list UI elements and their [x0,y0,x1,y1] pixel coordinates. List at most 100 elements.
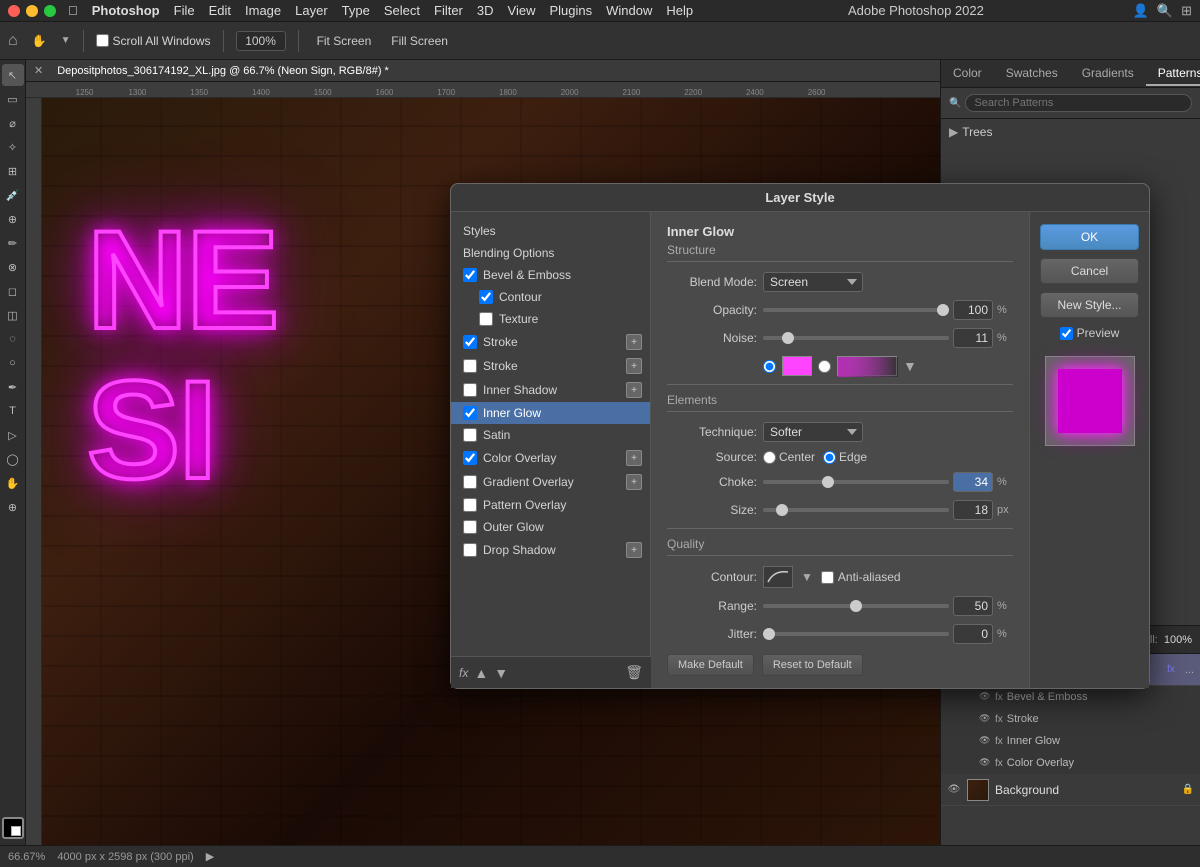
menu-file[interactable]: File [174,3,195,18]
blend-mode-select[interactable]: Screen [763,272,863,292]
dodge-tool[interactable]: ○ [2,352,24,374]
maximize-button[interactable] [44,5,56,17]
fx-delete-icon[interactable]: 🗑 [625,664,643,681]
close-button[interactable] [8,5,20,17]
menu-photoshop[interactable]: Photoshop [92,3,160,18]
noise-number[interactable] [953,328,993,348]
drop-shadow-check[interactable] [463,543,477,557]
ok-button[interactable]: OK [1040,224,1139,250]
color-overlay-add-button[interactable]: + [626,450,642,466]
dlg-blending-item[interactable]: Blending Options [451,242,650,264]
search-icon[interactable]: 🔍 [1157,3,1173,19]
gradient-overlay-add-button[interactable]: + [626,474,642,490]
magic-wand-tool[interactable]: ✧ [2,136,24,158]
dlg-bevel-item[interactable]: Bevel & Emboss [451,264,650,286]
menu-select[interactable]: Select [384,3,420,18]
layer-options-icon-neon[interactable]: ... [1185,664,1194,676]
menu-filter[interactable]: Filter [434,3,463,18]
cancel-button[interactable]: Cancel [1040,258,1139,284]
path-select-tool[interactable]: ▷ [2,424,24,446]
opacity-number[interactable] [953,300,993,320]
range-number[interactable] [953,596,993,616]
brush-tool[interactable]: ✏ [2,232,24,254]
satin-check[interactable] [463,428,477,442]
size-number[interactable] [953,500,993,520]
effect-eye-stroke[interactable]: 👁 [979,713,991,725]
jitter-slider[interactable] [763,632,949,636]
gradient-color-radio[interactable] [818,360,831,373]
effect-row-stroke[interactable]: 👁 fx Stroke [973,708,1200,730]
inner-shadow-check[interactable] [463,383,477,397]
inner-shadow-add-button[interactable]: + [626,382,642,398]
user-icon[interactable]: 👤 [1133,3,1149,19]
stroke2-add-button[interactable]: + [626,358,642,374]
effect-eye-color-overlay[interactable]: 👁 [979,757,991,769]
blur-tool[interactable]: ◌ [2,328,24,350]
dlg-color-overlay-item[interactable]: Color Overlay + [451,446,650,470]
range-slider[interactable] [763,604,949,608]
noise-slider[interactable] [763,336,949,340]
drop-shadow-add-button[interactable]: + [626,542,642,558]
fx-move-up-icon[interactable]: ▲ [474,665,488,681]
menu-type[interactable]: Type [342,3,370,18]
hand-tool[interactable]: ✋ [26,31,53,51]
new-style-button[interactable]: New Style... [1040,292,1139,318]
tab-color[interactable]: Color [941,62,994,86]
fit-screen-button[interactable]: Fit Screen [311,31,378,51]
source-edge-radio[interactable] [823,451,836,464]
dlg-outer-glow-item[interactable]: Outer Glow [451,516,650,538]
anti-alias-label[interactable]: Anti-aliased [821,570,901,584]
menu-plugins[interactable]: Plugins [549,3,592,18]
close-tab-icon[interactable]: ✕ [34,64,43,77]
source-edge-label[interactable]: Edge [823,450,867,464]
move-tool[interactable]: ↖ [2,64,24,86]
choke-number[interactable] [953,472,993,492]
crop-tool[interactable]: ⊞ [2,160,24,182]
tab-swatches[interactable]: Swatches [994,62,1070,86]
dlg-styles-item[interactable]: Styles [451,220,650,242]
outer-glow-check[interactable] [463,520,477,534]
menu-help[interactable]: Help [666,3,693,18]
text-tool[interactable]: T [2,400,24,422]
color-swatch-solid[interactable] [782,356,812,376]
opacity-slider[interactable] [763,308,949,312]
dlg-stroke2-item[interactable]: Stroke + [451,354,650,378]
pen-tool[interactable]: ✒ [2,376,24,398]
tab-patterns[interactable]: Patterns [1146,62,1200,86]
effect-row-bevel[interactable]: 👁 fx Bevel & Emboss [973,686,1200,708]
source-center-label[interactable]: Center [763,450,815,464]
menu-edit[interactable]: Edit [209,3,231,18]
scroll-windows-check[interactable] [96,34,109,47]
discovery-icon[interactable]: ⊞ [1181,3,1192,19]
gradient-arrow[interactable]: ▼ [903,358,917,374]
effect-row-inner-glow[interactable]: 👁 fx Inner Glow [973,730,1200,752]
healing-tool[interactable]: ⊕ [2,208,24,230]
zoom-input[interactable] [236,31,286,51]
contour-preview[interactable] [763,566,793,588]
bevel-check[interactable] [463,268,477,282]
eraser-tool[interactable]: ◻ [2,280,24,302]
size-slider[interactable] [763,508,949,512]
stroke1-add-button[interactable]: + [626,334,642,350]
search-patterns-input[interactable] [965,94,1192,112]
texture-check[interactable] [479,312,493,326]
pattern-overlay-check[interactable] [463,498,477,512]
inner-glow-check[interactable] [463,406,477,420]
jitter-number[interactable] [953,624,993,644]
fill-screen-button[interactable]: Fill Screen [385,31,454,51]
eyedropper-tool[interactable]: 💉 [2,184,24,206]
menu-view[interactable]: View [508,3,536,18]
canvas-tab[interactable]: Depositphotos_306174192_XL.jpg @ 66.7% (… [49,65,397,77]
layer-eye-bg[interactable]: 👁 [947,783,961,797]
tab-gradients[interactable]: Gradients [1070,62,1146,86]
anti-alias-check[interactable] [821,571,834,584]
dlg-gradient-overlay-item[interactable]: Gradient Overlay + [451,470,650,494]
home-icon[interactable]: ⌂ [8,32,18,50]
dlg-pattern-overlay-item[interactable]: Pattern Overlay [451,494,650,516]
dlg-stroke-item[interactable]: Stroke + [451,330,650,354]
preview-checkbox-label[interactable]: Preview [1040,326,1139,340]
dlg-satin-item[interactable]: Satin [451,424,650,446]
source-center-radio[interactable] [763,451,776,464]
foreground-color[interactable] [2,817,24,839]
reset-to-default-button[interactable]: Reset to Default [762,654,863,676]
